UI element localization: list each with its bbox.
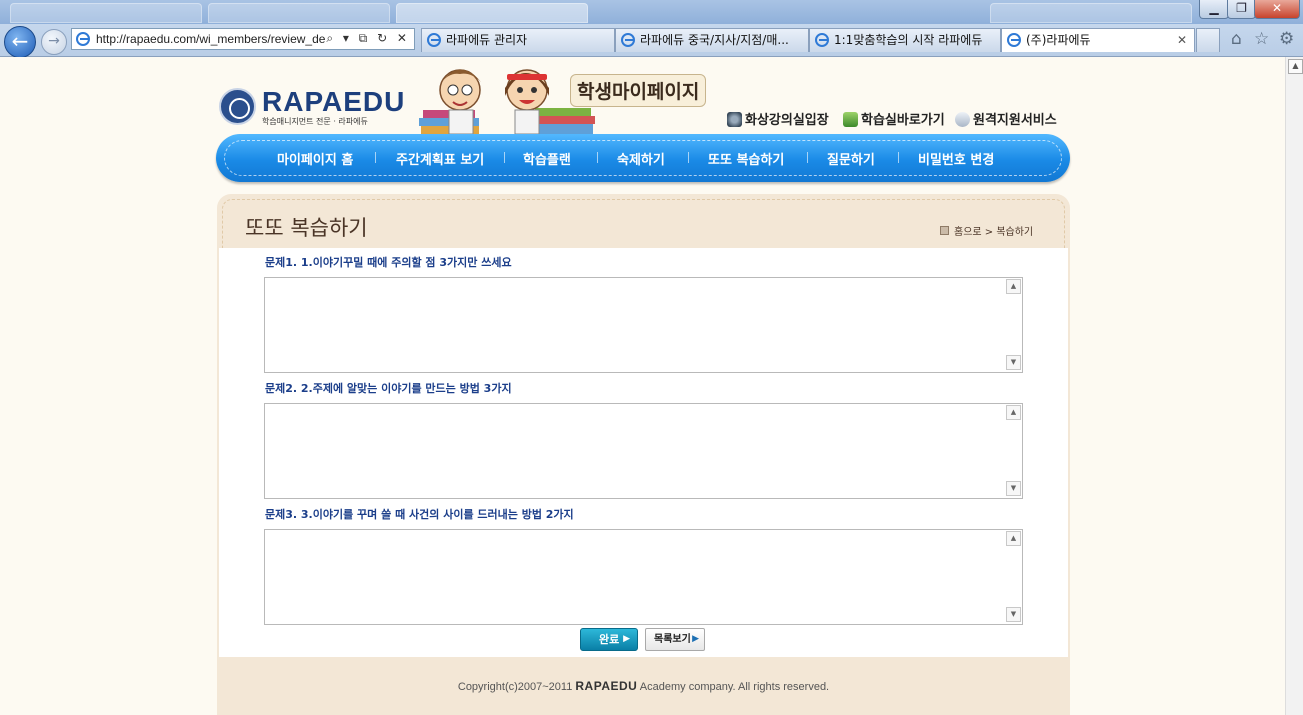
scroll-down-icon[interactable]: ▼ [1006, 355, 1021, 370]
webcam-icon [727, 112, 742, 127]
scroll-up-icon[interactable]: ▲ [1006, 279, 1021, 294]
study-room-link[interactable]: 학습실바로가기 [843, 109, 945, 128]
scroll-up-icon[interactable]: ▲ [1006, 405, 1021, 420]
vertical-scrollbar[interactable]: ▲ [1285, 57, 1303, 715]
favorites-icon[interactable]: ☆ [1254, 29, 1269, 49]
forward-button[interactable]: → [41, 29, 67, 55]
question-2-label: 문제2. 2.주제에 알맞는 이야기를 만드는 방법 3가지 [265, 382, 512, 395]
address-bar[interactable]: http://rapaedu.com/wi_members/review_de … [71, 28, 415, 50]
window-titlebar: ▁ ❐ ✕ [0, 0, 1303, 24]
scroll-down-icon[interactable]: ▼ [1006, 607, 1021, 622]
nav-item-study-plan[interactable]: 학습플랜 [523, 149, 571, 168]
nav-item-mypage-home[interactable]: 마이페이지 홈 [277, 149, 353, 168]
breadcrumb-text[interactable]: 홈으로 > 복습하기 [954, 227, 1033, 238]
ghost-tab [208, 3, 390, 23]
breadcrumb-bullet-icon [940, 226, 949, 235]
copyright-prefix: Copyright(c)2007~2011 [457, 681, 576, 693]
question-1-answer[interactable] [264, 277, 1023, 373]
question-1-label: 문제1. 1.이야기꾸밀 때에 주의할 점 3가지만 쓰세요 [265, 256, 512, 269]
nav-item-questions[interactable]: 질문하기 [827, 149, 875, 168]
ie-page-icon [76, 32, 90, 46]
logo-seal-icon [219, 88, 256, 125]
ghost-tab [396, 3, 588, 23]
scroll-down-icon[interactable]: ▼ [1006, 481, 1021, 496]
main-nav: 마이페이지 홈 주간계획표 보기 학습플랜 숙제하기 또또 복습하기 질문하기 … [216, 134, 1070, 182]
scroll-up-icon[interactable]: ▲ [1288, 59, 1303, 74]
browser-tab-custom-learning[interactable]: 1:1맞춤학습의 시작 라파에듀 [809, 28, 1001, 52]
video-class-link[interactable]: 화상강의실입장 [727, 109, 829, 128]
ie-tab-icon [1007, 33, 1021, 47]
copyright-brand: RAPAEDU [575, 679, 638, 693]
nav-separator [807, 152, 808, 163]
browser-tab-label: 라파에듀 관리자 [446, 33, 528, 47]
copyright-suffix: Academy company. All rights reserved. [637, 681, 830, 693]
answer-1-scrollbar[interactable]: ▲ ▼ [1005, 278, 1021, 372]
ie-tab-icon [427, 33, 441, 47]
complete-button[interactable]: 완료 ▶ [580, 628, 638, 651]
ie-tab-icon [621, 33, 635, 47]
address-tools[interactable]: ⌕ ▾ ⧉ ↻ ✕ [326, 31, 410, 46]
browser-tab-rapaedu[interactable]: (주)라파에듀 ✕ [1001, 28, 1195, 52]
browser-tab-label: 라파에듀 중국/지사/지점/매... [640, 33, 789, 47]
nav-separator [504, 152, 505, 163]
nav-separator [375, 152, 376, 163]
nav-item-review[interactable]: 또또 복습하기 [708, 149, 784, 168]
new-tab-button[interactable] [1196, 28, 1220, 52]
browser-chrome: ▁ ❐ ✕ ← → http://rapaedu.com/wi_members/… [0, 0, 1303, 58]
home-icon[interactable]: ⌂ [1231, 29, 1242, 49]
answer-3-scrollbar[interactable]: ▲ ▼ [1005, 530, 1021, 624]
back-button[interactable]: ← [4, 26, 36, 58]
ghost-tab [990, 3, 1192, 23]
logo-subtitle: 학습매니지먼트 전문 · 라파에듀 [262, 117, 368, 126]
list-view-button-label: 목록보기 [654, 634, 691, 645]
arrow-right-icon: ▶ [692, 634, 699, 644]
browser-tab-label: 1:1맞춤학습의 시작 라파에듀 [834, 33, 983, 47]
question-3-answer[interactable] [264, 529, 1023, 625]
book-icon [843, 112, 858, 127]
nav-item-homework[interactable]: 숙제하기 [617, 149, 665, 168]
complete-button-label: 완료 [599, 633, 620, 646]
nav-separator [688, 152, 689, 163]
nav-item-weekly-plan[interactable]: 주간계획표 보기 [396, 149, 484, 168]
footer-copyright: Copyright(c)2007~2011 RAPAEDU Academy co… [217, 679, 1070, 693]
ie-tab-icon [815, 33, 829, 47]
minimize-button[interactable]: ▁ [1199, 0, 1229, 19]
browser-tab-admin[interactable]: 라파에듀 관리자 [421, 28, 615, 52]
list-view-button[interactable]: 목록보기 ▶ [645, 628, 705, 651]
mypage-title: 학생마이페이지 [570, 74, 707, 107]
remote-support-link[interactable]: 원격지원서비스 [955, 109, 1057, 128]
nav-separator [597, 152, 598, 163]
browser-tab-label: (주)라파에듀 [1026, 33, 1091, 47]
logo-brand: RAPAEDU [262, 86, 406, 117]
close-window-button[interactable]: ✕ [1254, 0, 1300, 19]
answer-2-scrollbar[interactable]: ▲ ▼ [1005, 404, 1021, 498]
close-tab-icon[interactable]: ✕ [1177, 29, 1187, 51]
quick-link-label: 원격지원서비스 [973, 113, 1057, 128]
mouse-icon [955, 112, 970, 127]
question-3-label: 문제3. 3.이야기를 꾸며 쓸 때 사건의 사이를 드러내는 방법 2가지 [265, 508, 574, 521]
browser-tab-branch[interactable]: 라파에듀 중국/지사/지점/매... [615, 28, 809, 52]
scroll-up-icon[interactable]: ▲ [1006, 531, 1021, 546]
breadcrumb: 홈으로 > 복습하기 [940, 223, 1033, 238]
nav-item-change-password[interactable]: 비밀번호 변경 [918, 149, 994, 168]
restore-button[interactable]: ❐ [1227, 0, 1256, 19]
quick-link-label: 학습실바로가기 [861, 113, 945, 128]
address-url[interactable]: http://rapaedu.com/wi_members/review_de [96, 32, 351, 46]
nav-separator [898, 152, 899, 163]
quick-link-label: 화상강의실입장 [745, 113, 829, 128]
tools-icon[interactable]: ⚙ [1279, 29, 1294, 49]
ghost-tab [10, 3, 202, 23]
question-2-answer[interactable] [264, 403, 1023, 499]
arrow-right-icon: ▶ [623, 634, 630, 644]
page-title: 또또 복습하기 [245, 216, 368, 240]
